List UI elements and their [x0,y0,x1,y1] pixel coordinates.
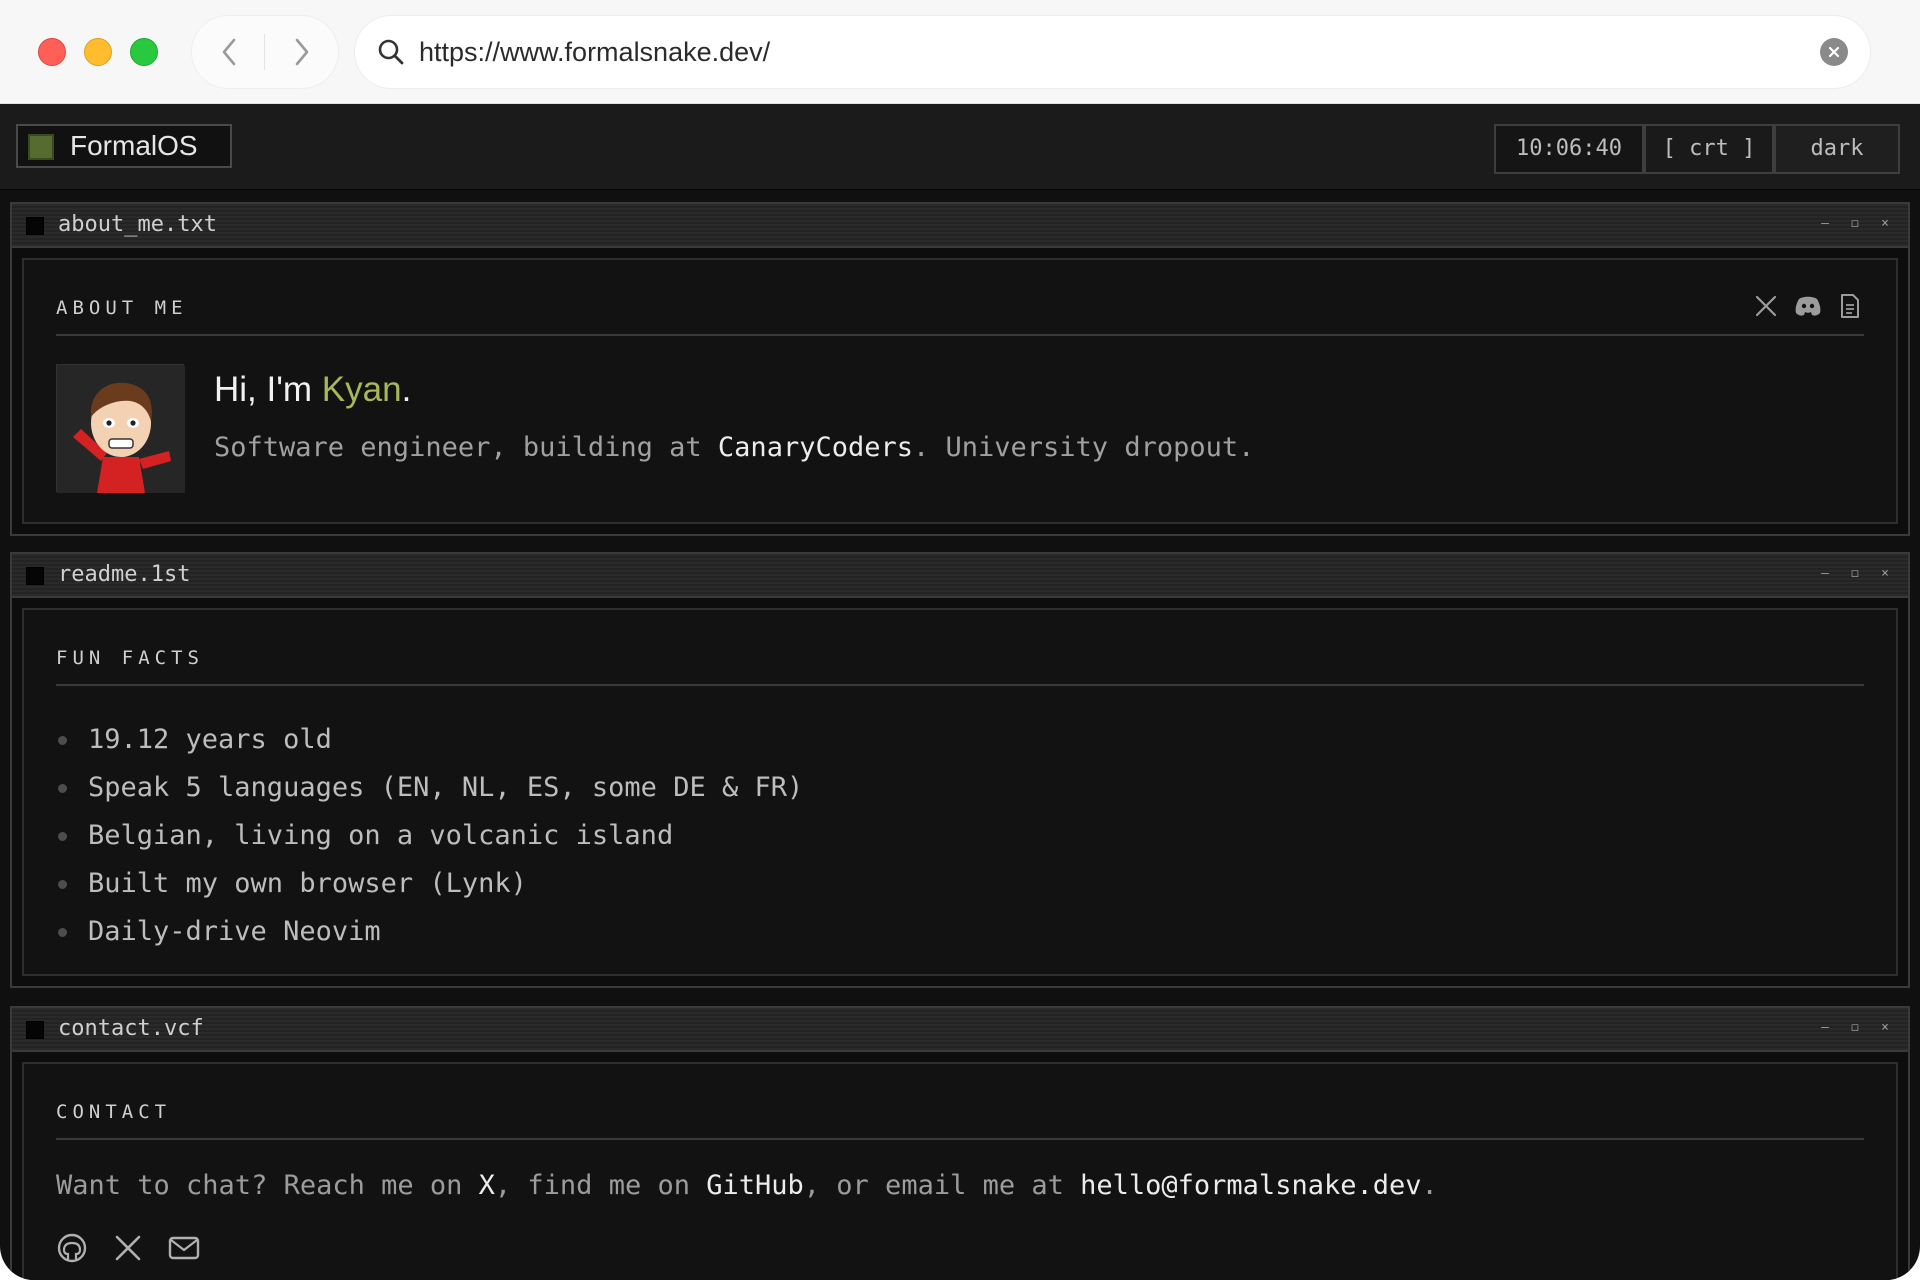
window-title: readme.1st [58,562,191,587]
chevron-right-icon [295,38,308,66]
contact-pane: CONTACT Want to chat? Reach me on X, fin… [22,1062,1898,1280]
list-item: Speak 5 languages (EN, NL, ES, some DE &… [56,764,803,812]
theme-toggle-button[interactable]: dark [1774,124,1900,174]
section-header: FUN FACTS [56,646,1864,686]
address-bar[interactable]: https://www.formalsnake.dev/ [355,16,1870,88]
greeting-suffix: . [401,370,412,409]
section-header: CONTACT [56,1100,1864,1140]
brand-button[interactable]: FormalOS [16,124,232,168]
avatar-cartoon-icon [57,365,185,493]
close-button[interactable]: × [1874,1017,1896,1039]
greeting-prefix: Hi, I'm [214,370,322,409]
close-button[interactable]: × [1874,213,1896,235]
contact-text-3: , or email me at [803,1170,1081,1201]
crt-toggle-button[interactable]: [ crt ] [1644,124,1774,174]
bio-prefix: Software engineer, building at [214,432,718,463]
window-icon [26,217,44,235]
chevron-left-icon [222,38,235,66]
github-link[interactable]: GitHub [706,1170,804,1201]
about-pane: ABOUT ME Hi, I'm Kyan. Software engineer… [22,258,1898,524]
window-titlebar[interactable]: contact.vcf – ◻ × [12,1008,1908,1052]
back-button[interactable] [192,16,265,88]
readme-window: readme.1st – ◻ × FUN FACTS 19.12 years o… [10,552,1910,988]
window-title: contact.vcf [58,1016,204,1041]
bio-suffix: . University dropout. [913,432,1255,463]
social-links [1752,292,1864,320]
company-link[interactable]: CanaryCoders [718,432,913,463]
greeting-heading: Hi, I'm Kyan. [214,368,411,412]
maximize-button[interactable]: ◻ [1844,563,1866,585]
window-title: about_me.txt [58,212,217,237]
list-item: Belgian, living on a volcanic island [56,812,803,860]
list-item: Built my own browser (Lynk) [56,860,803,908]
close-button[interactable]: × [1874,563,1896,585]
browser-window: https://www.formalsnake.dev/ FormalOS 10… [0,0,1920,1280]
github-icon[interactable] [56,1232,88,1264]
clock: 10:06:40 [1494,124,1644,174]
discord-icon[interactable] [1794,292,1822,320]
brand-name: FormalOS [70,130,198,161]
section-title: CONTACT [56,1101,172,1123]
email-link[interactable]: hello@formalsnake.dev [1080,1170,1421,1201]
window-icon [26,567,44,585]
minimize-window-button[interactable] [84,38,112,66]
section-title: FUN FACTS [56,647,204,669]
window-titlebar[interactable]: readme.1st – ◻ × [12,554,1908,598]
taskbar-controls: 10:06:40 [ crt ] dark [1494,124,1900,174]
zoom-window-button[interactable] [130,38,158,66]
window-titlebar[interactable]: about_me.txt – ◻ × [12,204,1908,248]
os-taskbar: FormalOS 10:06:40 [ crt ] dark [0,104,1920,190]
minimize-button[interactable]: – [1814,563,1836,585]
brand-logo-icon [28,134,54,160]
minimize-button[interactable]: – [1814,1017,1836,1039]
forward-button[interactable] [265,16,338,88]
mail-icon[interactable] [168,1232,200,1264]
contact-text-4: . [1421,1170,1438,1201]
maximize-button[interactable]: ◻ [1844,213,1866,235]
x-icon[interactable] [112,1232,144,1264]
contact-text-1: Want to chat? Reach me on [56,1170,479,1201]
bio-text: Software engineer, building at CanaryCod… [214,430,1254,466]
avatar [56,364,185,493]
maximize-button[interactable]: ◻ [1844,1017,1866,1039]
contact-icon-links [56,1232,200,1264]
url-text[interactable]: https://www.formalsnake.dev/ [419,34,770,70]
readme-pane: FUN FACTS 19.12 years old Speak 5 langua… [22,608,1898,976]
name-highlight: Kyan [321,370,402,409]
about-window: about_me.txt – ◻ × ABOUT ME Hi, I'm Kyan… [10,202,1910,536]
browser-toolbar: https://www.formalsnake.dev/ [0,0,1920,104]
clear-url-button[interactable] [1820,38,1848,66]
section-header: ABOUT ME [56,294,1864,336]
fun-facts-list: 19.12 years old Speak 5 languages (EN, N… [56,716,803,956]
search-icon [378,39,404,65]
close-icon [1828,46,1840,58]
contact-text: Want to chat? Reach me on X, find me on … [56,1168,1438,1204]
section-title: ABOUT ME [56,297,188,319]
minimize-button[interactable]: – [1814,213,1836,235]
window-icon [26,1021,44,1039]
x-icon[interactable] [1752,292,1780,320]
list-item: Daily-drive Neovim [56,908,803,956]
list-item: 19.12 years old [56,716,803,764]
document-icon[interactable] [1836,292,1864,320]
navigation-buttons [192,16,338,88]
contact-text-2: , find me on [494,1170,707,1201]
contact-window: contact.vcf – ◻ × CONTACT Want to chat? … [10,1006,1910,1280]
x-link[interactable]: X [479,1170,495,1201]
close-window-button[interactable] [38,38,66,66]
